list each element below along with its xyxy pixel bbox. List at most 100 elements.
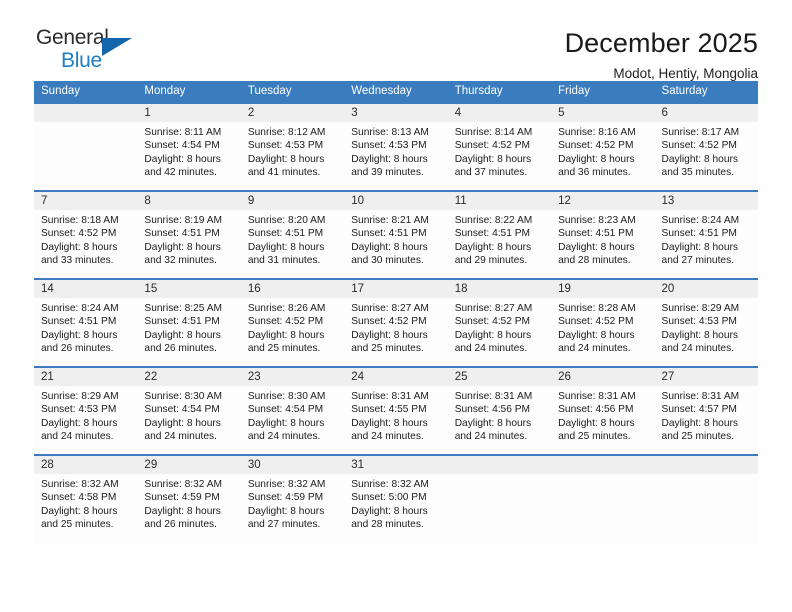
day-number: 27	[654, 368, 758, 386]
day-number: 18	[447, 280, 552, 298]
sunset-text: Sunset: 4:53 PM	[661, 316, 737, 328]
daylight-line1-text: Daylight: 8 hours	[454, 241, 532, 253]
sunrise-text: Sunrise: 8:11 AM	[144, 127, 222, 138]
calendar-day-cell[interactable]: 14 Sunrise: 8:24 AM Sunset: 4:51 PM Dayligh…	[34, 278, 138, 367]
calendar-day-cell[interactable]: 7 Sunrise: 8:18 AM Sunset: 4:52 PM Daylight…	[34, 190, 138, 279]
day-sun-info: Sunrise: 8:28 AM Sunset: 4:52 PM Daylight:…	[551, 298, 654, 355]
calendar-day-cell[interactable]: 17 Sunrise: 8:27 AM Sunset: 4:52 PM Dayligh…	[344, 278, 448, 367]
sunset-text: Sunset: 4:52 PM	[454, 316, 531, 328]
calendar-day-cell[interactable]: 11 Sunrise: 8:22 AM Sunset: 4:51 PM Dayligh…	[447, 190, 552, 279]
daylight-line1-text: Daylight: 8 hours	[247, 153, 325, 165]
calendar-day-cell[interactable]: 6 Sunrise: 8:17 AM Sunset: 4:52 PM Daylight…	[654, 102, 758, 191]
day-sun-info: Sunrise: 8:21 AM Sunset: 4:51 PM Daylight:…	[344, 210, 447, 267]
sunset-text: Sunset: 4:51 PM	[41, 316, 117, 328]
day-number: 15	[137, 280, 241, 298]
calendar-day-cell[interactable]: 10 Sunrise: 8:21 AM Sunset: 4:51 PM Dayligh…	[344, 190, 448, 279]
daylight-line2-text: and 26 minutes.	[144, 518, 217, 530]
calendar-page: General Blue December 2025 Modot, Hentiy…	[0, 0, 792, 612]
sunrise-text: Sunrise: 8:14 AM	[454, 127, 533, 138]
calendar-day-cell[interactable]: 12 Sunrise: 8:23 AM Sunset: 4:51 PM Dayligh…	[551, 190, 655, 279]
day-number: 30	[240, 456, 345, 474]
daylight-line1-text: Daylight: 8 hours	[41, 417, 118, 429]
sunset-text: Sunset: 4:51 PM	[144, 316, 220, 328]
calendar-day-cell[interactable]: 18 Sunrise: 8:27 AM Sunset: 4:52 PM Dayligh…	[447, 278, 552, 367]
calendar-day-cell[interactable]: 20 Sunrise: 8:29 AM Sunset: 4:53 PM Dayligh…	[654, 278, 758, 367]
day-number: 23	[240, 368, 345, 386]
sunrise-text: Sunrise: 8:26 AM	[247, 303, 326, 314]
day-number: 3	[344, 104, 448, 122]
calendar-day-cell[interactable]: 3 Sunrise: 8:13 AM Sunset: 4:53 PM Daylight…	[344, 102, 448, 191]
sunrise-text: Sunrise: 8:30 AM	[247, 391, 326, 402]
calendar-day-cell[interactable]: 1 Sunrise: 8:11 AM Sunset: 4:54 PM Daylight…	[137, 102, 241, 191]
sunset-text: Sunset: 4:52 PM	[454, 140, 531, 152]
day-sun-info: Sunrise: 8:31 AM Sunset: 4:55 PM Daylight:…	[344, 386, 447, 443]
sunrise-text: Sunrise: 8:18 AM	[41, 215, 119, 226]
weekday-header-friday: Friday	[551, 81, 655, 103]
sunrise-text: Sunrise: 8:31 AM	[351, 391, 429, 402]
calendar-day-cell[interactable]: 5 Sunrise: 8:16 AM Sunset: 4:52 PM Daylight…	[551, 102, 655, 191]
daylight-line2-text: and 27 minutes.	[661, 254, 735, 266]
day-sun-info: Sunrise: 8:32 AM Sunset: 4:58 PM Daylight:…	[34, 474, 137, 531]
day-sun-info: Sunrise: 8:19 AM Sunset: 4:51 PM Daylight:…	[137, 210, 240, 267]
calendar-day-cell[interactable]: 24 Sunrise: 8:31 AM Sunset: 4:55 PM Dayligh…	[344, 366, 448, 455]
calendar-day-cell[interactable]: 9 Sunrise: 8:20 AM Sunset: 4:51 PM Daylight…	[240, 190, 345, 279]
daylight-line1-text: Daylight: 8 hours	[247, 505, 325, 517]
daylight-line1-text: Daylight: 8 hours	[558, 241, 635, 253]
day-sun-info: Sunrise: 8:11 AM Sunset: 4:54 PM Daylight:…	[137, 122, 240, 179]
sunset-text: Sunset: 4:52 PM	[41, 228, 117, 240]
daylight-line2-text: and 25 minutes.	[41, 518, 114, 530]
day-sun-info: Sunrise: 8:23 AM Sunset: 4:51 PM Daylight:…	[551, 210, 654, 267]
calendar-day-cell[interactable]: 8 Sunrise: 8:19 AM Sunset: 4:51 PM Daylight…	[137, 190, 241, 279]
daylight-line2-text: and 31 minutes.	[247, 254, 321, 266]
sunrise-text: Sunrise: 8:31 AM	[661, 391, 740, 402]
calendar-day-cell[interactable]: 29 Sunrise: 8:32 AM Sunset: 4:59 PM Dayligh…	[137, 454, 241, 543]
daylight-line2-text: and 33 minutes.	[41, 254, 114, 266]
day-sun-info: Sunrise: 8:31 AM Sunset: 4:57 PM Daylight:…	[655, 386, 758, 443]
day-sun-info: Sunrise: 8:12 AM Sunset: 4:53 PM Daylight:…	[241, 122, 344, 179]
calendar-day-cell[interactable]: 28 Sunrise: 8:32 AM Sunset: 4:58 PM Dayligh…	[34, 454, 138, 543]
sunset-text: Sunset: 4:52 PM	[351, 316, 427, 328]
calendar-day-cell[interactable]: 4 Sunrise: 8:14 AM Sunset: 4:52 PM Daylight…	[447, 102, 552, 191]
calendar-day-cell[interactable]: 2 Sunrise: 8:12 AM Sunset: 4:53 PM Daylight…	[240, 102, 345, 191]
calendar-day-cell[interactable]: 25 Sunrise: 8:31 AM Sunset: 4:56 PM Dayligh…	[447, 366, 552, 455]
day-number: 13	[654, 192, 758, 210]
day-sun-info: Sunrise: 8:30 AM Sunset: 4:54 PM Daylight:…	[137, 386, 240, 443]
calendar-day-cell[interactable]: 15 Sunrise: 8:25 AM Sunset: 4:51 PM Dayligh…	[137, 278, 241, 367]
calendar-day-cell[interactable]: 19 Sunrise: 8:28 AM Sunset: 4:52 PM Dayligh…	[551, 278, 655, 367]
calendar-day-cell[interactable]: 27 Sunrise: 8:31 AM Sunset: 4:57 PM Dayligh…	[654, 366, 758, 455]
calendar-day-cell[interactable]: 30 Sunrise: 8:32 AM Sunset: 4:59 PM Dayligh…	[240, 454, 345, 543]
day-sun-info: Sunrise: 8:31 AM Sunset: 4:56 PM Daylight:…	[448, 386, 551, 443]
daylight-line2-text: and 28 minutes.	[351, 518, 424, 530]
calendar-day-cell[interactable]: 16 Sunrise: 8:26 AM Sunset: 4:52 PM Dayligh…	[240, 278, 345, 367]
sunrise-text: Sunrise: 8:20 AM	[247, 215, 326, 226]
daylight-line2-text: and 35 minutes.	[661, 166, 735, 178]
daylight-line1-text: Daylight: 8 hours	[454, 153, 532, 165]
daylight-line1-text: Daylight: 8 hours	[661, 241, 738, 253]
sunrise-text: Sunrise: 8:32 AM	[351, 479, 429, 490]
day-number: 9	[240, 192, 345, 210]
daylight-line1-text: Daylight: 8 hours	[41, 329, 118, 341]
calendar-day-cell[interactable]: 22 Sunrise: 8:30 AM Sunset: 4:54 PM Dayligh…	[137, 366, 241, 455]
calendar-day-cell[interactable]: 26 Sunrise: 8:31 AM Sunset: 4:56 PM Dayligh…	[551, 366, 655, 455]
day-sun-info: Sunrise: 8:29 AM Sunset: 4:53 PM Daylight:…	[34, 386, 137, 443]
calendar-day-cell[interactable]: 23 Sunrise: 8:30 AM Sunset: 4:54 PM Dayligh…	[240, 366, 345, 455]
day-number: 7	[34, 192, 138, 210]
brand-logo[interactable]: General Blue	[34, 26, 154, 82]
daylight-line1-text: Daylight: 8 hours	[351, 241, 428, 253]
page-header: General Blue December 2025 Modot, Hentiy…	[34, 0, 758, 81]
sunrise-text: Sunrise: 8:32 AM	[247, 479, 326, 490]
brand-name-general: General	[36, 26, 109, 49]
day-number: 6	[654, 104, 758, 122]
weekday-header-thursday: Thursday	[447, 81, 552, 103]
calendar-day-cell[interactable]: 21 Sunrise: 8:29 AM Sunset: 4:53 PM Dayligh…	[34, 366, 138, 455]
calendar-day-cell[interactable]: 13 Sunrise: 8:24 AM Sunset: 4:51 PM Dayligh…	[654, 190, 758, 279]
day-sun-info: Sunrise: 8:32 AM Sunset: 5:00 PM Daylight:…	[344, 474, 447, 531]
weekday-header-wednesday: Wednesday	[344, 81, 448, 103]
sunset-text: Sunset: 4:52 PM	[247, 316, 324, 328]
daylight-line2-text: and 39 minutes.	[351, 166, 424, 178]
calendar-day-cell-empty	[447, 454, 552, 543]
calendar-day-cell-empty	[654, 454, 758, 543]
calendar-day-cell[interactable]: 31 Sunrise: 8:32 AM Sunset: 5:00 PM Dayligh…	[344, 454, 448, 543]
sunset-text: Sunset: 4:51 PM	[558, 228, 634, 240]
daylight-line2-text: and 24 minutes.	[454, 342, 528, 354]
